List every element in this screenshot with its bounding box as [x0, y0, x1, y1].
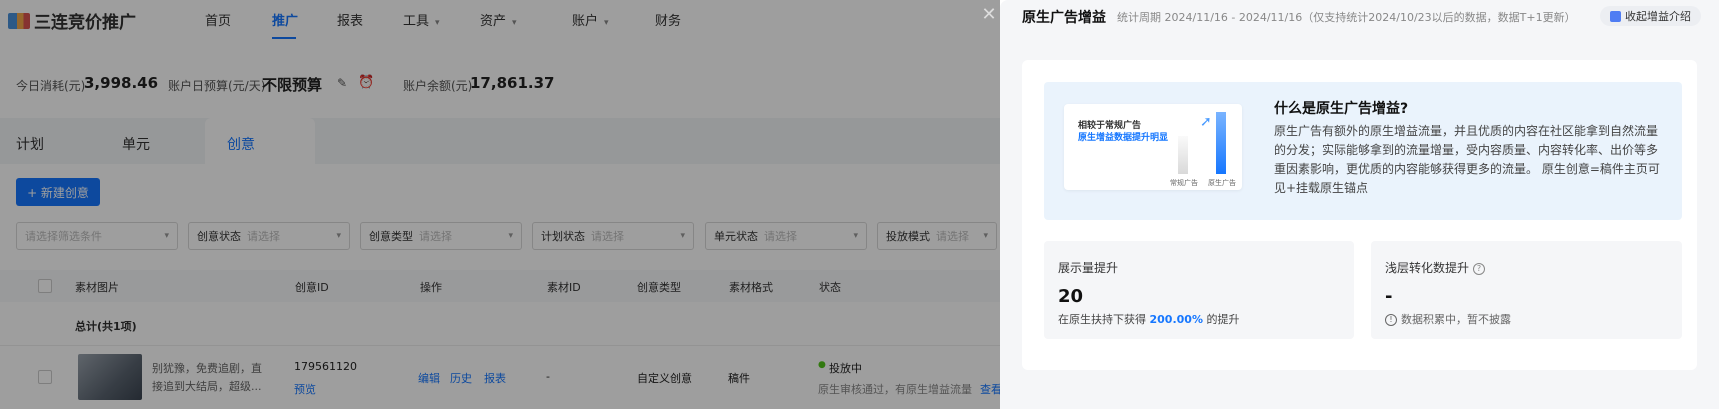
modal-overlay[interactable]: [0, 0, 1000, 409]
shallow-conversion-label: 浅层转化数提升?: [1385, 259, 1486, 276]
native-ad-label: 原生广告: [1208, 179, 1236, 187]
close-icon[interactable]: ✕: [978, 4, 1000, 26]
gain-card: 相较于常规广告 原生增益数据提升明显 ➚ 常规广告 原生广告 什么是原生广告增益…: [1022, 60, 1697, 370]
gain-illustration: 相较于常规广告 原生增益数据提升明显 ➚ 常规广告 原生广告: [1064, 104, 1242, 190]
intro-heading: 什么是原生广告增益?: [1274, 101, 1409, 117]
shallow-conversion-desc: ! 数据积累中，暂不披露: [1385, 311, 1511, 327]
intro-body: 原生广告有额外的原生增益流量，并且优质的内容在社区能拿到自然流量的分发；实际能够…: [1274, 124, 1660, 195]
impression-gain-card: 展示量提升 20 在原生扶持下获得 200.00% 的提升: [1044, 241, 1354, 339]
regular-ad-bar: [1178, 136, 1188, 174]
collapse-intro-label: 收起增益介绍: [1625, 10, 1691, 23]
collapse-intro-button[interactable]: 收起增益介绍: [1600, 6, 1701, 26]
growth-arrow-icon: ➚: [1200, 114, 1212, 130]
help-icon[interactable]: ?: [1473, 262, 1486, 275]
native-ad-gain-panel: 原生广告增益 统计周期 2024/11/16 - 2024/11/16（仅支持统…: [1000, 0, 1719, 409]
native-ad-bar: [1216, 112, 1226, 174]
panel-title: 原生广告增益: [1022, 10, 1106, 26]
panel-period: 统计周期 2024/11/16 - 2024/11/16（仅支持统计2024/1…: [1117, 11, 1576, 24]
intro-banner: 相较于常规广告 原生增益数据提升明显 ➚ 常规广告 原生广告 什么是原生广告增益…: [1044, 82, 1682, 220]
impression-gain-percent: 200.00%: [1149, 313, 1203, 326]
shallow-conversion-value: -: [1385, 286, 1393, 307]
shallow-conversion-card: 浅层转化数提升? - ! 数据积累中，暂不披露: [1371, 241, 1682, 339]
impression-gain-desc: 在原生扶持下获得 200.00% 的提升: [1058, 313, 1240, 326]
illustration-line2: 原生增益数据提升明显: [1078, 133, 1169, 143]
collapse-icon: [1610, 10, 1621, 22]
impression-gain-label: 展示量提升: [1058, 261, 1119, 275]
info-icon: !: [1385, 314, 1397, 326]
impression-gain-value: 20: [1058, 286, 1084, 307]
regular-ad-label: 常规广告: [1170, 179, 1198, 187]
